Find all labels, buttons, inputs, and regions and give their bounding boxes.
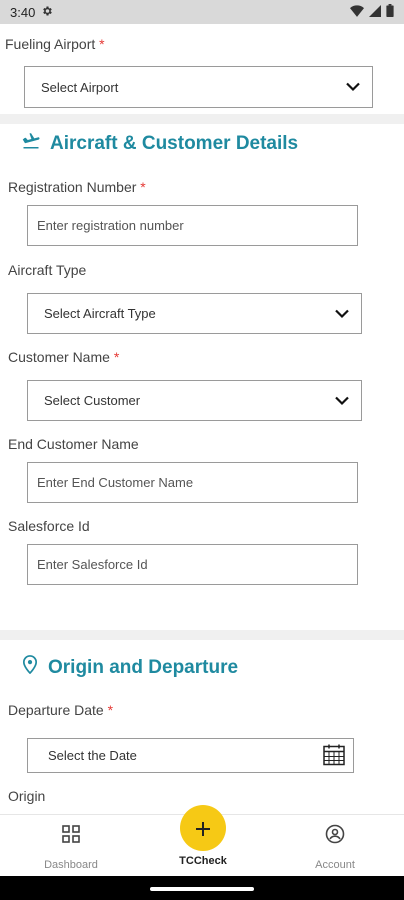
account-circle-icon xyxy=(325,823,345,845)
required-mark: * xyxy=(113,349,120,365)
aircraft-section-header: Aircraft & Customer Details xyxy=(22,133,298,155)
signal-icon xyxy=(369,4,381,20)
customer-name-label-text: Customer Name xyxy=(8,349,110,365)
section-divider xyxy=(0,114,404,124)
chevron-down-icon xyxy=(335,393,349,408)
nav-account-label: Account xyxy=(315,859,355,871)
nav-tccheck-label[interactable]: TCCheck xyxy=(168,855,238,867)
departure-date-placeholder: Select the Date xyxy=(48,748,137,763)
aircraft-type-select-value: Select Aircraft Type xyxy=(44,306,156,321)
origin-section-header: Origin and Departure xyxy=(22,655,238,680)
plus-icon xyxy=(195,813,211,844)
fueling-airport-label-text: Fueling Airport xyxy=(5,36,96,52)
nav-account[interactable]: Account xyxy=(280,815,390,871)
departure-date-label: Departure Date * xyxy=(8,702,113,718)
registration-label: Registration Number * xyxy=(8,179,146,195)
aircraft-type-select[interactable]: Select Aircraft Type xyxy=(27,293,362,334)
chevron-down-icon xyxy=(335,306,349,321)
registration-label-text: Registration Number xyxy=(8,179,137,195)
nav-dashboard[interactable]: Dashboard xyxy=(16,815,126,871)
aircraft-type-label: Aircraft Type xyxy=(8,262,87,278)
nav-dashboard-label: Dashboard xyxy=(44,859,98,871)
battery-icon xyxy=(386,4,394,20)
dashboard-grid-icon xyxy=(62,823,80,845)
calendar-icon[interactable] xyxy=(323,743,345,768)
status-bar: 3:40 xyxy=(0,0,404,24)
home-indicator[interactable] xyxy=(150,887,254,891)
tccheck-add-button[interactable] xyxy=(180,805,226,851)
required-mark: * xyxy=(140,179,146,195)
aircraft-section-title: Aircraft & Customer Details xyxy=(50,133,299,154)
status-time: 3:40 xyxy=(10,4,36,20)
registration-placeholder: Enter registration number xyxy=(37,218,184,233)
customer-select[interactable]: Select Customer xyxy=(27,380,362,421)
required-mark: * xyxy=(99,36,105,52)
end-customer-label: End Customer Name xyxy=(8,436,139,452)
section-divider xyxy=(0,630,404,640)
airplane-landing-icon xyxy=(22,133,40,155)
chevron-down-icon xyxy=(346,80,360,95)
departure-date-picker[interactable]: Select the Date xyxy=(27,738,354,773)
customer-name-label: Customer Name * xyxy=(8,349,119,365)
customer-select-value: Select Customer xyxy=(44,393,141,408)
location-pin-icon xyxy=(22,655,38,680)
end-customer-input[interactable]: Enter End Customer Name xyxy=(27,462,358,503)
salesforce-id-placeholder: Enter Salesforce Id xyxy=(37,557,148,572)
departure-date-label-text: Departure Date xyxy=(8,702,104,718)
salesforce-id-label: Salesforce Id xyxy=(8,518,90,534)
wifi-icon xyxy=(350,4,364,20)
settings-icon xyxy=(41,5,53,20)
fueling-airport-select-value: Select Airport xyxy=(41,79,119,95)
required-mark: * xyxy=(107,702,114,718)
end-customer-placeholder: Enter End Customer Name xyxy=(37,475,194,490)
registration-input[interactable]: Enter registration number xyxy=(27,205,358,246)
fueling-airport-label: Fueling Airport * xyxy=(5,36,105,52)
origin-section-title: Origin and Departure xyxy=(48,656,239,678)
salesforce-id-input[interactable]: Enter Salesforce Id xyxy=(27,544,358,585)
fueling-airport-select[interactable]: Select Airport xyxy=(24,66,373,108)
origin-label: Origin xyxy=(8,788,46,804)
system-nav-bar xyxy=(0,876,404,900)
